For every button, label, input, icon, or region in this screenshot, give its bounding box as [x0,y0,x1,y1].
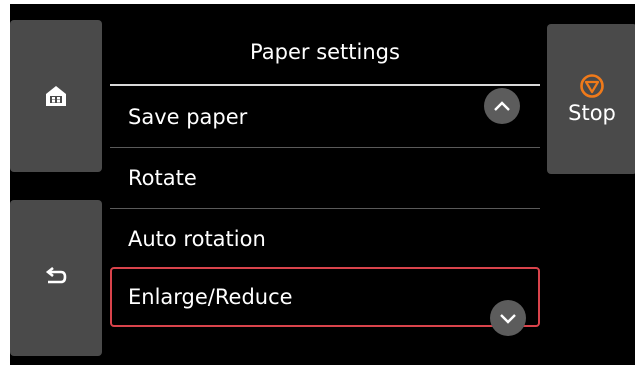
stop-button[interactable]: Stop [547,24,635,174]
chevron-down-icon [500,314,516,324]
printer-screen: Paper settings Save paper Rotate Auto ro… [10,4,635,365]
back-button[interactable] [10,200,102,356]
scroll-up-button[interactable] [484,88,520,124]
home-button[interactable] [10,20,102,172]
menu-item-auto-rotation[interactable]: Auto rotation [110,209,540,269]
back-icon [45,267,67,284]
menu-item-label: Auto rotation [128,227,266,251]
menu-item-rotate[interactable]: Rotate [110,148,540,208]
title-divider [110,84,540,86]
page-title: Paper settings [250,40,400,64]
home-icon [46,86,66,106]
stop-icon [580,74,604,98]
menu-item-enlarge-reduce[interactable]: Enlarge/Reduce [110,267,540,327]
chevron-up-icon [494,101,510,111]
menu-item-label: Save paper [128,105,248,129]
scroll-down-button[interactable] [490,300,526,336]
menu-item-label: Rotate [128,166,197,190]
stop-label: Stop [568,101,616,125]
menu-item-save-paper[interactable]: Save paper [110,87,540,147]
menu-item-label: Enlarge/Reduce [128,285,293,309]
